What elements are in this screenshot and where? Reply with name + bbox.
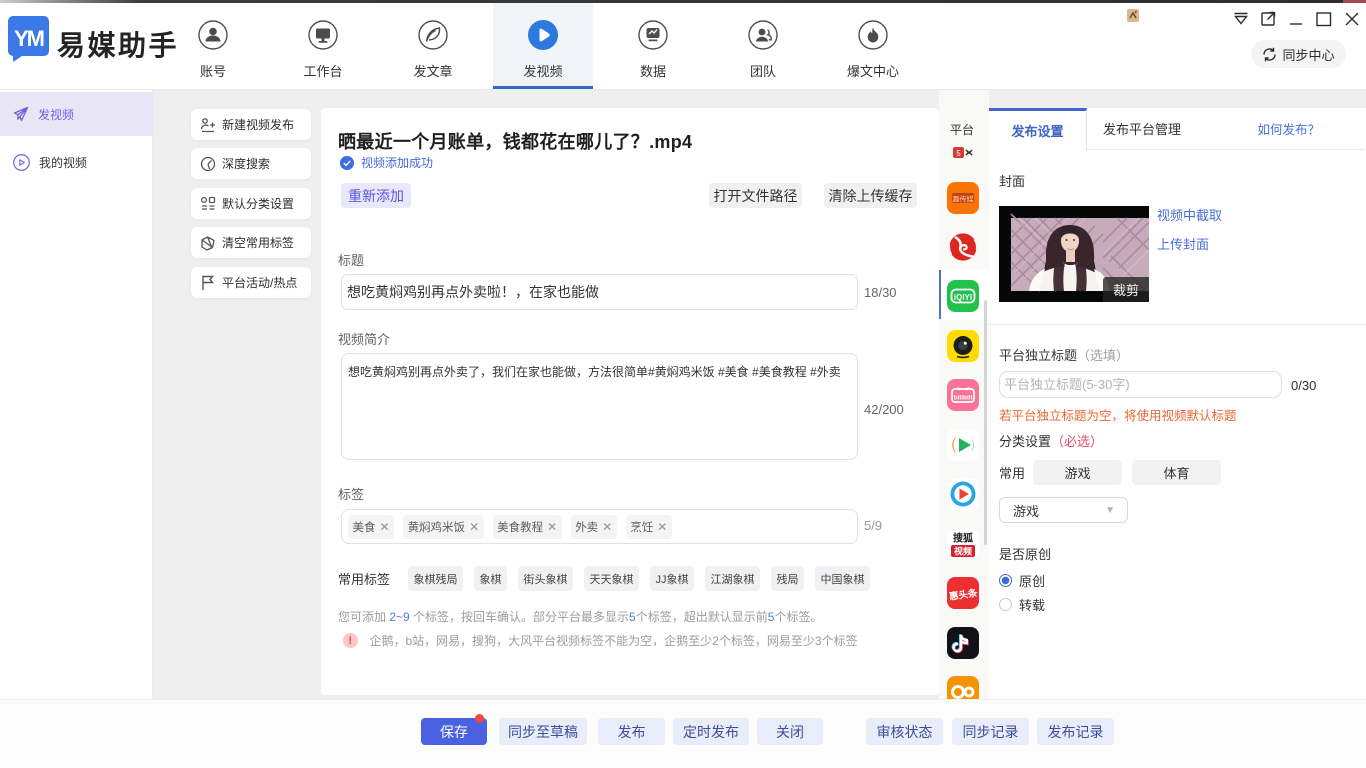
- svg-text:搜狐: 搜狐: [953, 532, 973, 545]
- svg-text:iQIYI: iQIYI: [954, 293, 972, 302]
- svg-text:5: 5: [956, 149, 961, 158]
- svg-text:bilibili: bilibili: [954, 395, 973, 402]
- svg-text:YM: YM: [14, 26, 44, 51]
- svg-text:视频: 视频: [954, 546, 972, 557]
- svg-text:趣传媒: 趣传媒: [953, 195, 974, 204]
- svg-text:M2U: M2U: [1014, 223, 1027, 229]
